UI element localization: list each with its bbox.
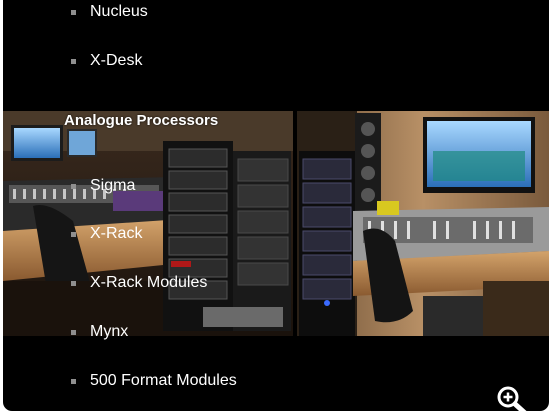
bullet-icon <box>71 9 76 15</box>
menu-item-label: Nucleus <box>90 3 148 20</box>
menu-item-500-format-modules[interactable]: 500 Format Modules <box>71 372 237 390</box>
menu-item-label: X-Rack <box>90 225 143 242</box>
menu-panel: Nucleus X-Desk Analogue Processors Sigma… <box>3 0 549 411</box>
bullet-icon <box>71 280 76 286</box>
zoom-in-icon[interactable] <box>496 386 530 411</box>
menu-item-label: X-Desk <box>90 52 143 69</box>
menu-item-label: X-Rack Modules <box>90 274 208 291</box>
menu-item-x-rack[interactable]: X-Rack <box>71 225 142 243</box>
bullet-icon <box>71 378 76 384</box>
bullet-icon <box>71 183 76 189</box>
menu-item-x-desk[interactable]: X-Desk <box>71 52 142 70</box>
menu-item-x-rack-modules[interactable]: X-Rack Modules <box>71 274 207 292</box>
menu-heading-analogue-processors[interactable]: Analogue Processors <box>64 112 218 130</box>
bullet-icon <box>71 58 76 64</box>
menu-item-mynx[interactable]: Mynx <box>71 323 128 341</box>
menu-item-label: Mynx <box>90 323 129 340</box>
bullet-icon <box>71 329 76 335</box>
bullet-icon <box>71 231 76 237</box>
menu-item-label: Sigma <box>90 177 136 194</box>
menu-item-label: 500 Format Modules <box>90 372 237 389</box>
menu-item-sigma[interactable]: Sigma <box>71 177 135 195</box>
navigation-menu: Nucleus X-Desk Analogue Processors Sigma… <box>3 0 549 411</box>
menu-item-nucleus[interactable]: Nucleus <box>71 3 148 21</box>
